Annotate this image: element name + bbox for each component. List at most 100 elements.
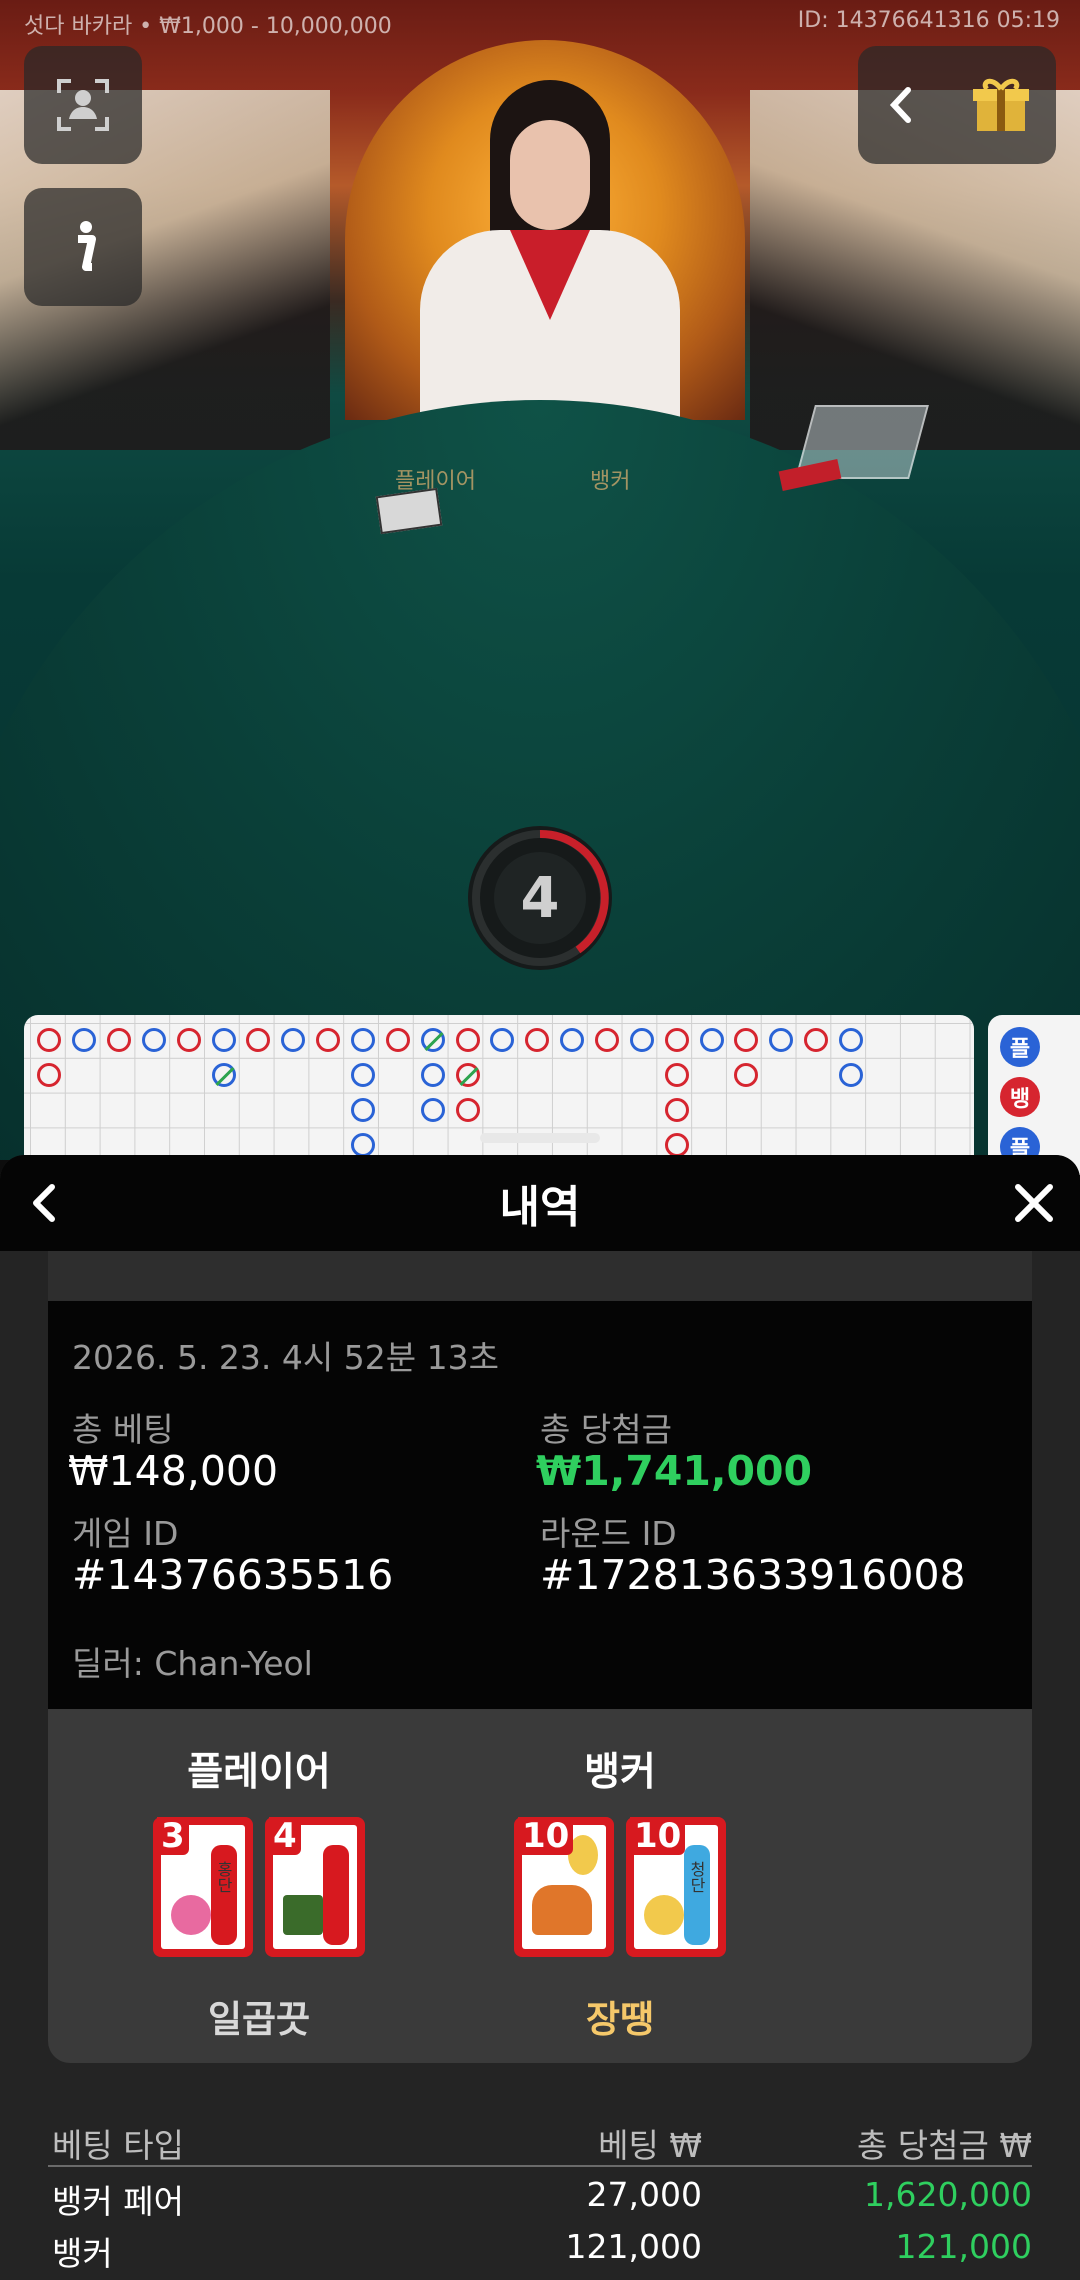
road-dot	[525, 1028, 549, 1052]
video-mode-button[interactable]	[24, 46, 142, 164]
road-dot	[37, 1063, 61, 1087]
deer-maple-card-icon: 10	[514, 1817, 614, 1957]
road-dot	[351, 1063, 375, 1087]
table-limits: 섯다 바카라 • ₩1,000 - 10,000,000	[24, 14, 392, 39]
chevron-left-icon[interactable]	[882, 80, 922, 130]
table-row: 뱅커 페어 27,000 1,620,000	[48, 2167, 1032, 2221]
total-bet-label: 총 베팅	[72, 1410, 174, 1449]
road-dot	[421, 1098, 445, 1122]
ask-road-panel[interactable]: 플 뱅 플	[988, 1015, 1080, 1175]
road-dot	[212, 1028, 236, 1052]
sheet-drag-handle[interactable]	[480, 1133, 600, 1143]
card-ribbon-text: 청단	[687, 1861, 706, 1893]
col-bet: 베팅 ₩	[598, 2126, 702, 2165]
player-title: 플레이어	[187, 1750, 331, 1795]
bead-road[interactable]	[24, 1015, 974, 1175]
round-id-label: 라운드 ID	[540, 1514, 677, 1553]
card-rank: 3	[157, 1817, 189, 1855]
road-dot	[700, 1028, 724, 1052]
table-row: 뱅커 121,000 121,000	[48, 2219, 1032, 2273]
road-dot	[246, 1028, 270, 1052]
timer-ring-icon	[472, 829, 609, 966]
player-side: 플레이어 홍단 3 4 일곱끗	[109, 1709, 409, 2063]
road-dot	[37, 1028, 61, 1052]
card-rank: 10	[518, 1817, 574, 1855]
total-win-value: ₩1,741,000	[536, 1447, 813, 1495]
road-dot	[421, 1028, 445, 1052]
cherry-blossom-card-icon: 홍단 3	[153, 1817, 253, 1957]
win-amount: 1,620,000	[864, 2175, 1032, 2214]
info-icon	[78, 221, 96, 271]
road-dot	[142, 1028, 166, 1052]
ask-player-label[interactable]: 플	[1000, 1027, 1040, 1067]
road-dot	[595, 1028, 619, 1052]
total-win-label: 총 당첨금	[540, 1410, 672, 1449]
game-id-label: 게임 ID	[72, 1514, 179, 1553]
road-dot	[560, 1028, 584, 1052]
road-dot	[769, 1028, 793, 1052]
gift-icon[interactable]	[969, 73, 1033, 137]
live-video-stream: 플레이어 뱅커	[0, 0, 1080, 1160]
round-id-value: #172813633916008	[540, 1551, 966, 1599]
blue-ribbon-card-icon: 청단 10	[626, 1817, 726, 1957]
ask-banker-label[interactable]: 뱅	[1000, 1077, 1040, 1117]
table-label-banker: 뱅커	[590, 469, 631, 494]
road-dot	[177, 1028, 201, 1052]
road-dot	[351, 1098, 375, 1122]
road-dot	[839, 1028, 863, 1052]
person-frame-icon	[57, 79, 109, 131]
road-dot	[665, 1098, 689, 1122]
road-dot	[665, 1133, 689, 1157]
road-dot	[107, 1028, 131, 1052]
road-dot	[734, 1028, 758, 1052]
previous-entry-strip[interactable]	[48, 1251, 1032, 1301]
back-button[interactable]	[16, 1173, 76, 1233]
bet-amount: 121,000	[565, 2227, 702, 2266]
road-dot	[456, 1028, 480, 1052]
player-hand-name: 일곱끗	[207, 1998, 311, 2041]
col-bet-type: 베팅 타입	[52, 2126, 184, 2165]
dealer-name: 딜러: Chan-Yeol	[72, 1644, 313, 1683]
road-dot	[386, 1028, 410, 1052]
road-dot	[490, 1028, 514, 1052]
round-info-card: 2026. 5. 23. 4시 52분 13초 총 베팅 ₩148,000 총 …	[48, 1301, 1032, 1709]
road-dot	[456, 1063, 480, 1087]
road-dot	[72, 1028, 96, 1052]
road-dot	[804, 1028, 828, 1052]
win-amount: 121,000	[895, 2227, 1032, 2266]
road-dot	[351, 1028, 375, 1052]
road-dot	[665, 1063, 689, 1087]
bet-type: 뱅커 페어	[52, 2182, 184, 2221]
round-result-panel: 플레이어 홍단 3 4 일곱끗 뱅커 10 청단 10 장땡	[48, 1709, 1032, 2063]
promotions-panel[interactable]	[858, 46, 1056, 164]
player-cards: 홍단 3 4	[109, 1817, 409, 1957]
bet-type: 뱅커	[52, 2234, 113, 2273]
road-dot	[212, 1063, 236, 1087]
road-dot	[281, 1028, 305, 1052]
col-win: 총 당첨금 ₩	[856, 2126, 1032, 2165]
card-rank: 10	[630, 1817, 686, 1855]
road-dot	[839, 1063, 863, 1087]
card-ribbon-text: 홍단	[214, 1861, 233, 1893]
road-dot	[421, 1063, 445, 1087]
bet-amount: 27,000	[586, 2175, 702, 2214]
game-id-time: ID: 14376641316 05:19	[797, 8, 1060, 33]
wisteria-card-icon: 4	[265, 1817, 365, 1957]
game-id-value: #14376635516	[72, 1551, 394, 1599]
banker-title: 뱅커	[584, 1750, 656, 1795]
road-dot	[351, 1133, 375, 1157]
road-dot	[316, 1028, 340, 1052]
road-dot	[456, 1098, 480, 1122]
road-dot	[734, 1063, 758, 1087]
round-timestamp: 2026. 5. 23. 4시 52분 13초	[72, 1338, 499, 1377]
close-button[interactable]	[1004, 1173, 1064, 1233]
info-button[interactable]	[24, 188, 142, 306]
sheet-header: 내역	[0, 1155, 1080, 1251]
countdown-timer: 4	[468, 826, 612, 970]
total-bet-value: ₩148,000	[68, 1447, 279, 1495]
banker-cards: 10 청단 10	[470, 1817, 770, 1957]
road-dot	[630, 1028, 654, 1052]
card-rank: 4	[269, 1817, 301, 1855]
banker-side: 뱅커 10 청단 10 장땡	[470, 1709, 770, 2063]
road-dot	[665, 1028, 689, 1052]
